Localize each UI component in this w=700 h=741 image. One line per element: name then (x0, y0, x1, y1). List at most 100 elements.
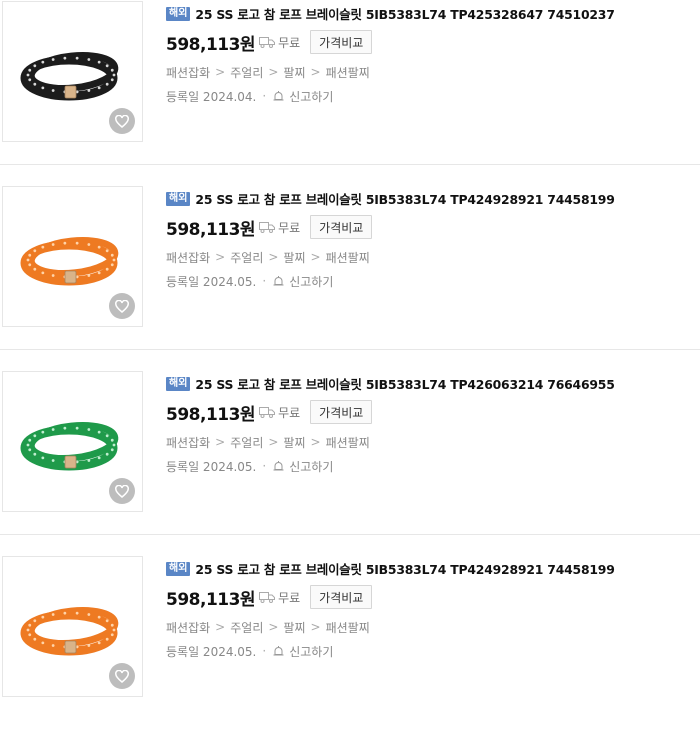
bell-icon (273, 645, 284, 655)
truck-icon (259, 221, 276, 233)
chevron-right-icon: > (215, 65, 226, 79)
product-title[interactable]: 25 SS 로고 참 로프 브레이슬릿 5IB5383L74 TP4253286… (195, 5, 614, 23)
heart-icon (115, 299, 129, 313)
product-price: 598,113원 (166, 589, 256, 610)
price-compare-button[interactable]: 가격비교 (310, 585, 373, 609)
product-thumbnail[interactable] (2, 186, 143, 327)
wishlist-button[interactable] (109, 663, 135, 689)
meta-row: 등록일 2024.05. · 신고하기 (166, 273, 696, 289)
price-row: 598,113원 무료 가격비교 (166, 583, 696, 611)
divider (0, 349, 700, 350)
report-link[interactable]: 신고하기 (272, 273, 333, 290)
truck-icon (259, 406, 276, 418)
category-level-4[interactable]: 패션팔찌 (326, 619, 370, 636)
meta-row: 등록일 2024.05. · 신고하기 (166, 458, 696, 474)
category-level-1[interactable]: 패션잡화 (166, 64, 210, 81)
report-label: 신고하기 (289, 89, 334, 104)
heart-icon (115, 114, 129, 128)
registration-date: 등록일 2024.05. (166, 644, 257, 659)
meta-row: 등록일 2024.05. · 신고하기 (166, 643, 696, 659)
chevron-right-icon: > (268, 65, 279, 79)
category-level-4[interactable]: 패션팔찌 (326, 64, 370, 81)
category-level-1[interactable]: 패션잡화 (166, 434, 210, 451)
report-link[interactable]: 신고하기 (272, 458, 333, 475)
category-level-2[interactable]: 주얼리 (230, 64, 263, 81)
chevron-right-icon: > (310, 250, 321, 264)
report-label: 신고하기 (289, 459, 334, 474)
product-item: 해외 25 SS 로고 참 로프 브레이슬릿 5IB5383L74 TP4253… (0, 1, 700, 186)
chevron-right-icon: > (310, 620, 321, 634)
delivery-info: 무료 (259, 589, 300, 606)
report-label: 신고하기 (289, 644, 334, 659)
heart-icon (115, 484, 129, 498)
chevron-right-icon: > (268, 620, 279, 634)
overseas-badge: 해외 (166, 562, 191, 576)
product-title[interactable]: 25 SS 로고 참 로프 브레이슬릿 5IB5383L74 TP4249289… (195, 560, 614, 578)
product-title[interactable]: 25 SS 로고 참 로프 브레이슬릿 5IB5383L74 TP4260632… (195, 375, 614, 393)
delivery-fee: 무료 (278, 220, 301, 235)
product-thumbnail[interactable] (2, 556, 143, 697)
report-link[interactable]: 신고하기 (272, 643, 333, 660)
wishlist-button[interactable] (109, 293, 135, 319)
product-title-row: 해외 25 SS 로고 참 로프 브레이슬릿 5IB5383L74 TP4249… (166, 560, 696, 578)
separator-dot: · (262, 89, 267, 103)
category-breadcrumb: 패션잡화 > 주얼리 > 팔찌 > 패션팔찌 (166, 434, 696, 450)
report-link[interactable]: 신고하기 (272, 88, 333, 105)
price-row: 598,113원 무료 가격비교 (166, 213, 696, 241)
separator-dot: · (262, 459, 267, 473)
price-compare-button[interactable]: 가격비교 (310, 215, 373, 239)
delivery-fee: 무료 (278, 405, 301, 420)
category-level-4[interactable]: 패션팔찌 (326, 249, 370, 266)
truck-icon (259, 36, 276, 48)
category-level-2[interactable]: 주얼리 (230, 249, 263, 266)
delivery-info: 무료 (259, 34, 300, 51)
product-item: 해외 25 SS 로고 참 로프 브레이슬릿 5IB5383L74 TP4249… (0, 556, 700, 741)
category-level-2[interactable]: 주얼리 (230, 434, 263, 451)
product-info: 해외 25 SS 로고 참 로프 브레이슬릿 5IB5383L74 TP4249… (166, 560, 696, 659)
category-breadcrumb: 패션잡화 > 주얼리 > 팔찌 > 패션팔찌 (166, 249, 696, 265)
delivery-fee: 무료 (278, 35, 301, 50)
chevron-right-icon: > (268, 435, 279, 449)
product-title[interactable]: 25 SS 로고 참 로프 브레이슬릿 5IB5383L74 TP4249289… (195, 190, 614, 208)
delivery-info: 무료 (259, 219, 300, 236)
overseas-badge: 해외 (166, 377, 191, 391)
category-level-3[interactable]: 팔찌 (283, 434, 305, 451)
chevron-right-icon: > (215, 620, 226, 634)
chevron-right-icon: > (215, 250, 226, 264)
category-level-4[interactable]: 패션팔찌 (326, 434, 370, 451)
wishlist-button[interactable] (109, 478, 135, 504)
divider (0, 534, 700, 535)
product-info: 해외 25 SS 로고 참 로프 브레이슬릿 5IB5383L74 TP4260… (166, 375, 696, 474)
category-level-3[interactable]: 팔찌 (283, 64, 305, 81)
category-level-1[interactable]: 패션잡화 (166, 619, 210, 636)
product-price: 598,113원 (166, 34, 256, 55)
registration-date: 등록일 2024.05. (166, 274, 257, 289)
bell-icon (273, 90, 284, 100)
product-list: 해외 25 SS 로고 참 로프 브레이슬릿 5IB5383L74 TP4253… (0, 0, 700, 700)
chevron-right-icon: > (310, 435, 321, 449)
product-item: 해외 25 SS 로고 참 로프 브레이슬릿 5IB5383L74 TP4249… (0, 186, 700, 371)
price-compare-button[interactable]: 가격비교 (310, 400, 373, 424)
category-level-2[interactable]: 주얼리 (230, 619, 263, 636)
wishlist-button[interactable] (109, 108, 135, 134)
product-thumbnail[interactable] (2, 371, 143, 512)
separator-dot: · (262, 644, 267, 658)
delivery-info: 무료 (259, 404, 300, 421)
registration-date: 등록일 2024.05. (166, 459, 257, 474)
heart-icon (115, 669, 129, 683)
price-compare-button[interactable]: 가격비교 (310, 30, 373, 54)
category-level-1[interactable]: 패션잡화 (166, 249, 210, 266)
price-row: 598,113원 무료 가격비교 (166, 28, 696, 56)
registration-date: 등록일 2024.04. (166, 89, 257, 104)
category-level-3[interactable]: 팔찌 (283, 619, 305, 636)
category-level-3[interactable]: 팔찌 (283, 249, 305, 266)
truck-icon (259, 591, 276, 603)
divider (0, 164, 700, 165)
meta-row: 등록일 2024.04. · 신고하기 (166, 88, 696, 104)
product-info: 해외 25 SS 로고 참 로프 브레이슬릿 5IB5383L74 TP4249… (166, 190, 696, 289)
product-info: 해외 25 SS 로고 참 로프 브레이슬릿 5IB5383L74 TP4253… (166, 5, 696, 104)
product-title-row: 해외 25 SS 로고 참 로프 브레이슬릿 5IB5383L74 TP4249… (166, 190, 696, 208)
chevron-right-icon: > (310, 65, 321, 79)
product-thumbnail[interactable] (2, 1, 143, 142)
delivery-fee: 무료 (278, 590, 301, 605)
